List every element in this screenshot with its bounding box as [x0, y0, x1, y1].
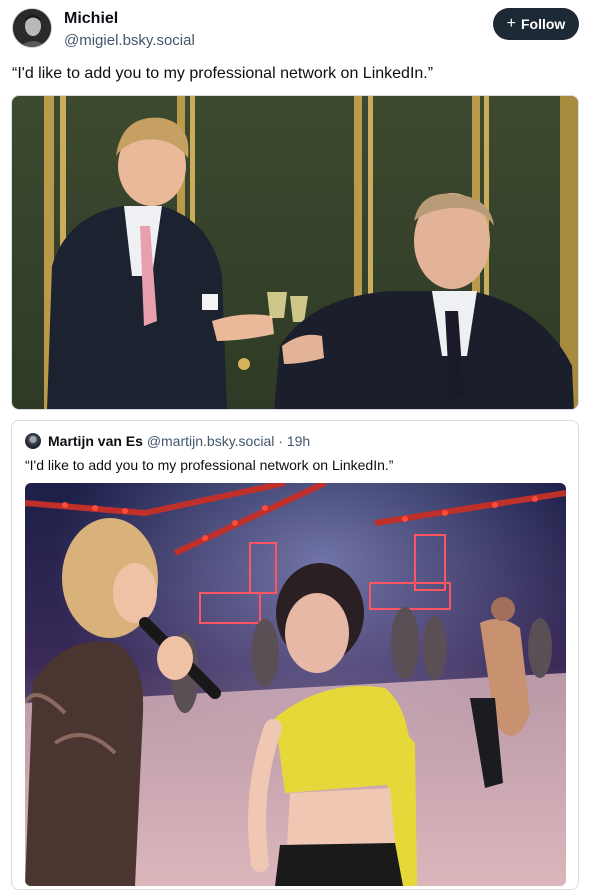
quoted-author-handle[interactable]: @martijn.bsky.social — [147, 433, 275, 449]
quoted-post-time[interactable]: 19h — [287, 433, 310, 449]
quoted-post-text: “I'd like to add you to my professional … — [25, 457, 394, 473]
post: Michiel @migiel.bsky.social + Follow “I'… — [0, 0, 589, 894]
quoted-post-image[interactable] — [25, 483, 566, 886]
plus-icon: + — [506, 15, 516, 32]
post-image[interactable] — [11, 95, 579, 410]
quoted-post[interactable]: Martijn van Es @martijn.bsky.social · 19… — [11, 420, 579, 890]
meta-separator: · — [278, 433, 283, 449]
post-photo — [12, 96, 578, 409]
author-handle[interactable]: @migiel.bsky.social — [64, 32, 195, 49]
quoted-photo — [25, 483, 566, 886]
author-avatar[interactable] — [12, 8, 52, 48]
quoted-author-avatar[interactable] — [25, 433, 41, 449]
avatar-icon — [13, 9, 51, 47]
quoted-post-meta: Martijn van Es @martijn.bsky.social · 19… — [48, 433, 310, 449]
author-display-name[interactable]: Michiel — [64, 10, 118, 28]
follow-button[interactable]: + Follow — [493, 8, 579, 40]
quoted-author-display-name[interactable]: Martijn van Es — [48, 433, 143, 449]
follow-label: Follow — [521, 16, 566, 32]
post-text: “I'd like to add you to my professional … — [12, 65, 434, 82]
